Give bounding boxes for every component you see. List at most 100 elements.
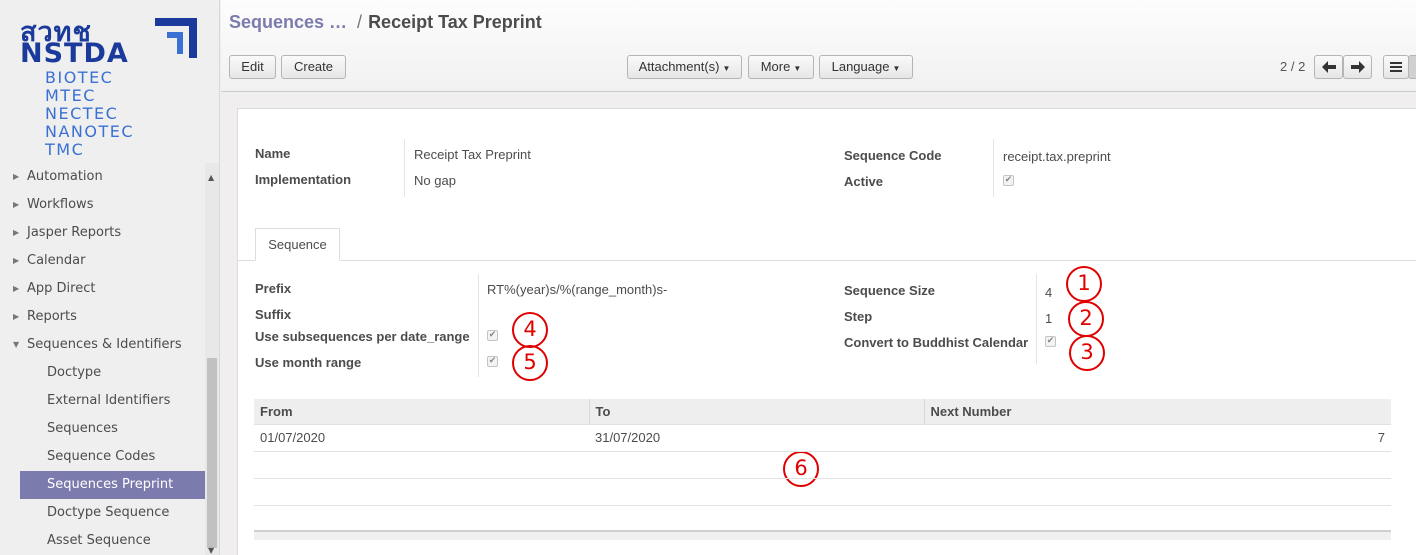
annotation-marker-5: 5 [512,345,548,381]
caret-right-icon: ▶ [13,228,20,237]
logo-brand: สวทช NSTDA [20,19,129,67]
sidebar-scrollbar[interactable]: ▲ ▼ [205,163,219,555]
suffix-label: Suffix [255,307,292,322]
logo-unit: TMC [45,140,85,159]
sidebar-item-sequences-identifiers[interactable]: ▼ Sequences & Identifiers [0,331,205,359]
breadcrumb-parent-link[interactable]: Sequences … [229,12,347,32]
sidebar-item-label: Jasper Reports [27,225,122,240]
language-label: Language [831,59,890,74]
attachments-dropdown[interactable]: Attachment(s) ▼ [627,55,742,79]
column-header-to[interactable]: To [588,399,924,424]
sidebar-item-reports[interactable]: ▶ Reports [0,303,205,331]
caret-right-icon: ▶ [13,256,20,265]
breadcrumb-separator: / [357,12,363,32]
nstda-logo[interactable]: สวทช NSTDA BIOTEC MTEC NECTEC NANOTEC TM… [18,12,208,162]
sidebar-item-label: Automation [27,169,103,184]
logo-units: BIOTEC MTEC NECTEC NANOTEC TMC [45,69,134,159]
sidebar-item-automation[interactable]: ▶ Automation [0,163,205,191]
sidebar-subitem-external-identifiers[interactable]: External Identifiers [0,387,205,415]
create-button[interactable]: Create [281,55,346,79]
table-row[interactable]: 01/07/2020 31/07/2020 7 [254,423,1391,451]
sidebar-subitem-doctype[interactable]: Doctype [0,359,205,387]
sidebar-item-label: Workflows [27,197,94,212]
table-header-row: From To Next Number [254,399,1391,424]
pager-next-button[interactable] [1343,55,1372,79]
list-view-icon [1390,62,1402,72]
form-view-button[interactable] [1408,55,1416,79]
divider [993,139,994,197]
sidebar-item-label: Sequences & Identifiers [27,337,182,352]
caret-down-icon: ▼ [722,64,731,73]
more-dropdown[interactable]: More ▼ [748,55,814,79]
sidebar-subitem-doctype-sequence[interactable]: Doctype Sequence [0,499,205,527]
sidebar-subitem-label: Sequences [47,421,118,436]
form-sheet: Name Receipt Tax Preprint Implementation… [237,108,1416,555]
sidebar-item-calendar[interactable]: ▶ Calendar [0,247,205,275]
name-value: Receipt Tax Preprint [414,147,531,162]
column-header-from[interactable]: From [254,399,589,424]
tab-sequence-label: Sequence [268,237,327,252]
sidebar-item-workflows[interactable]: ▶ Workflows [0,191,205,219]
logo-unit: BIOTEC [45,68,114,87]
scroll-down-arrow-icon[interactable]: ▼ [208,546,214,555]
use-subsequences-label: Use subsequences per date_range [255,329,470,344]
caret-down-icon: ▼ [13,340,20,349]
column-header-next-number[interactable]: Next Number [923,399,1391,424]
caret-right-icon: ▶ [13,312,20,321]
prefix-value: RT%(year)s/%(range_month)s- [487,282,668,297]
active-checkbox[interactable]: ✔ [1003,175,1014,186]
use-subsequences-checkbox[interactable]: ✔ [487,330,498,341]
cell-next-number: 7 [924,423,1391,451]
tab-sequence[interactable]: Sequence [255,228,340,261]
annotation-marker-4: 4 [512,312,548,348]
sidebar-subitem-sequences-preprint[interactable]: Sequences Preprint [20,471,205,499]
breadcrumb-current: Receipt Tax Preprint [368,12,542,32]
caret-right-icon: ▶ [13,172,20,181]
edit-button-label: Edit [241,59,264,74]
edit-button[interactable]: Edit [229,55,276,79]
pager-value[interactable]: 2 / 2 [1280,59,1305,74]
sidebar-subitem-label: Sequences Preprint [47,477,174,492]
step-label: Step [844,309,873,324]
cell-from: 01/07/2020 [254,423,589,451]
sidebar-subitem-sequences[interactable]: Sequences [0,415,205,443]
implementation-label: Implementation [255,172,352,187]
sequence-size-value: 4 [1045,285,1053,300]
buddhist-calendar-label: Convert to Buddhist Calendar [844,335,1029,350]
caret-right-icon: ▶ [13,284,20,293]
logo-unit: MTEC [45,86,96,105]
sidebar-subitem-label: Sequence Codes [47,449,156,464]
use-month-range-checkbox[interactable]: ✔ [487,356,498,367]
sidebar-item-label: App Direct [27,281,96,296]
sidebar-menu: ▶ Automation ▶ Workflows ▶ Jasper Reports ▶… [0,163,205,555]
scroll-up-arrow-icon[interactable]: ▲ [208,173,214,182]
sidebar-subitem-sequence-codes[interactable]: Sequence Codes [0,443,205,471]
language-dropdown[interactable]: Language ▼ [819,55,913,79]
sidebar-subitem-label: Doctype [47,365,102,380]
list-view-button[interactable] [1383,55,1409,79]
name-label: Name [255,146,291,161]
more-label: More [760,59,791,74]
sidebar-item-app-direct[interactable]: ▶ App Direct [0,275,205,303]
logo-unit: NECTEC [45,104,119,123]
annotation-marker-2: 2 [1068,301,1104,337]
sidebar-scroll-thumb[interactable] [207,358,217,548]
caret-down-icon: ▼ [793,64,802,73]
pager-previous-button[interactable] [1314,55,1343,79]
table-footer [254,530,1391,540]
attachments-label: Attachment(s) [638,59,720,74]
table-empty-row [254,504,1391,532]
buddhist-calendar-checkbox[interactable]: ✔ [1045,336,1056,347]
logo-emblem-icon [155,18,197,58]
sidebar-subitem-asset-sequence[interactable]: Asset Sequence [0,527,205,555]
divider [404,139,405,197]
divider [478,274,479,377]
caret-right-icon: ▶ [13,200,20,209]
arrow-right-icon [1350,61,1365,73]
sidebar-item-label: Calendar [27,253,86,268]
annotation-marker-1: 1 [1066,266,1102,302]
sidebar-item-jasper-reports[interactable]: ▶ Jasper Reports [0,219,205,247]
active-label: Active [844,174,884,189]
cell-to: 31/07/2020 [589,423,924,451]
step-value: 1 [1045,311,1053,326]
